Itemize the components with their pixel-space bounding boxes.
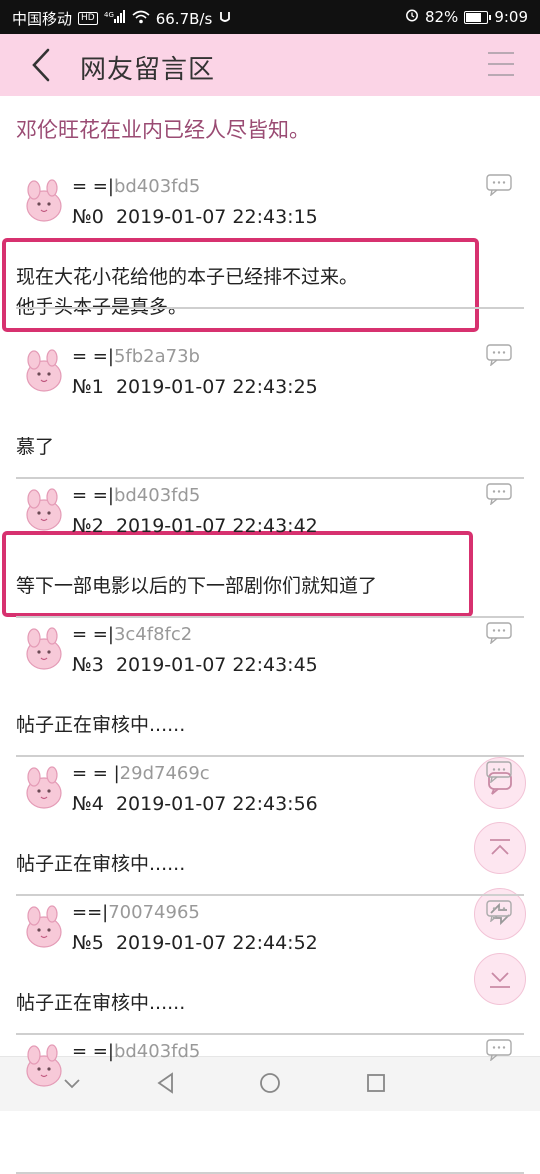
avatar (18, 487, 66, 533)
comment-bubble-icon (486, 761, 512, 787)
avatar (18, 348, 66, 394)
avatar (18, 1043, 66, 1089)
page-title: 网友留言区 (80, 55, 216, 85)
user-hash: 3c4f8fc2 (113, 624, 193, 645)
comment-meta (72, 1071, 84, 1093)
comment-meta: №3 2019-01-07 22:43:45 (72, 654, 318, 676)
username-prefix: = =| (72, 1041, 114, 1062)
comment-body: 现在大花小花给他的本子已经排不过来。 他手头本子是真多。 (16, 266, 359, 318)
battery-percent: 82% (424, 8, 459, 26)
username: = =|bd403fd5 (72, 1041, 200, 1062)
username-prefix: = =| (72, 624, 114, 645)
comment-item: = =|bd403fd5 №0 2019-01-07 22:43:15 现在大花小花… (0, 170, 540, 318)
timestamp: 2019-01-07 22:43:56 (115, 793, 318, 815)
comment-item: ==|70074965 №5 2019-01-07 22:44:52 帖子正在审核中… (0, 896, 540, 1035)
comment-body: 慕了 (16, 436, 55, 458)
user-hash: bd403fd5 (113, 176, 201, 197)
title-bar: 网友留言区 (0, 34, 540, 96)
floor-number: №1 (72, 376, 104, 398)
user-hash: bd403fd5 (113, 485, 201, 506)
battery-icon (464, 10, 492, 24)
reply-button[interactable] (486, 900, 512, 923)
avatar (18, 904, 66, 950)
clock: 9:09 (494, 8, 528, 26)
user-hash: bd403fd5 (113, 1041, 201, 1062)
username: = =|3c4f8fc2 (72, 624, 192, 645)
floor-number: №5 (72, 932, 104, 954)
comment-item: = =|bd403fd5 (0, 1035, 540, 1174)
status-bar: 中国移动 HD 4G 66.7B/s 82% 9:09 (0, 0, 540, 34)
reply-button[interactable] (486, 1039, 512, 1062)
comment-meta: №5 2019-01-07 22:44:52 (72, 932, 318, 954)
wifi-icon (132, 10, 150, 28)
username: = =|bd403fd5 (72, 176, 200, 197)
username-prefix: = =| (72, 176, 114, 197)
floor-number: №0 (72, 206, 104, 228)
signal-icon: 4G (104, 9, 126, 28)
username-prefix: = =| (72, 346, 114, 367)
comment-item: = =|bd403fd5 №2 2019-01-07 22:43:42 等下一部电影… (0, 479, 540, 618)
comment-meta: №2 2019-01-07 22:43:42 (72, 515, 318, 537)
floor-number: №3 (72, 654, 104, 676)
comment-body: 帖子正在审核中...... (16, 992, 186, 1014)
user-hash: 5fb2a73b (113, 346, 200, 367)
carrier-label: 中国移动 (12, 10, 73, 28)
timestamp: 2019-01-07 22:43:45 (115, 654, 318, 676)
username-prefix: = =| (72, 485, 114, 506)
username-prefix: ==| (72, 902, 109, 923)
timestamp: 2019-01-07 22:43:15 (115, 206, 318, 228)
avatar (18, 626, 66, 672)
comment-bubble-icon (486, 900, 512, 926)
divider (16, 307, 524, 309)
chevron-left-icon (32, 48, 50, 82)
notification-icon (218, 10, 232, 28)
topic-text: 邓伦旺花在业内已经人尽皆知。 (16, 118, 310, 142)
reply-button[interactable] (486, 483, 512, 506)
avatar (18, 178, 66, 224)
reply-button[interactable] (486, 761, 512, 784)
menu-button[interactable] (488, 52, 514, 78)
hd-icon: HD (78, 12, 98, 25)
hamburger-menu-icon (488, 52, 514, 54)
comment-item: = = |29d7469c №4 2019-01-07 22:43:56 帖子正在审… (0, 757, 540, 896)
comment-body: 帖子正在审核中...... (16, 714, 186, 736)
floor-number: №4 (72, 793, 104, 815)
comment-bubble-icon (486, 174, 512, 200)
timestamp: 2019-01-07 22:44:52 (115, 932, 318, 954)
back-button[interactable] (26, 46, 60, 84)
comment-item: = =|5fb2a73b №1 2019-01-07 22:43:25 慕了 (0, 340, 540, 479)
username: ==|70074965 (72, 902, 200, 923)
comment-meta: №1 2019-01-07 22:43:25 (72, 376, 318, 398)
avatar (18, 765, 66, 811)
comment-body: 帖子正在审核中...... (16, 853, 186, 875)
svg-text:4G: 4G (104, 11, 114, 19)
comment-meta: №4 2019-01-07 22:43:56 (72, 793, 318, 815)
comment-body: 等下一部电影以后的下一部剧你们就知道了 (16, 575, 378, 597)
comment-bubble-icon (486, 1039, 512, 1065)
comment-bubble-icon (486, 344, 512, 370)
reply-button[interactable] (486, 174, 512, 197)
timestamp: 2019-01-07 22:43:25 (115, 376, 318, 398)
comment-meta: №0 2019-01-07 22:43:15 (72, 206, 318, 228)
reply-button[interactable] (486, 344, 512, 367)
username: = =|bd403fd5 (72, 485, 200, 506)
username: = = |29d7469c (72, 763, 210, 784)
username-prefix: = = | (72, 763, 120, 784)
comment-bubble-icon (486, 622, 512, 648)
reply-button[interactable] (486, 622, 512, 645)
floor-number: №2 (72, 515, 104, 537)
comment-bubble-icon (486, 483, 512, 509)
user-hash: 70074965 (108, 902, 200, 923)
user-hash: 29d7469c (119, 763, 210, 784)
network-speed: 66.7B/s (155, 9, 213, 28)
comment-item: = =|3c4f8fc2 №3 2019-01-07 22:43:45 帖子正在审核… (0, 618, 540, 757)
alarm-icon (405, 8, 419, 26)
username: = =|5fb2a73b (72, 346, 200, 367)
timestamp: 2019-01-07 22:43:42 (115, 515, 318, 537)
